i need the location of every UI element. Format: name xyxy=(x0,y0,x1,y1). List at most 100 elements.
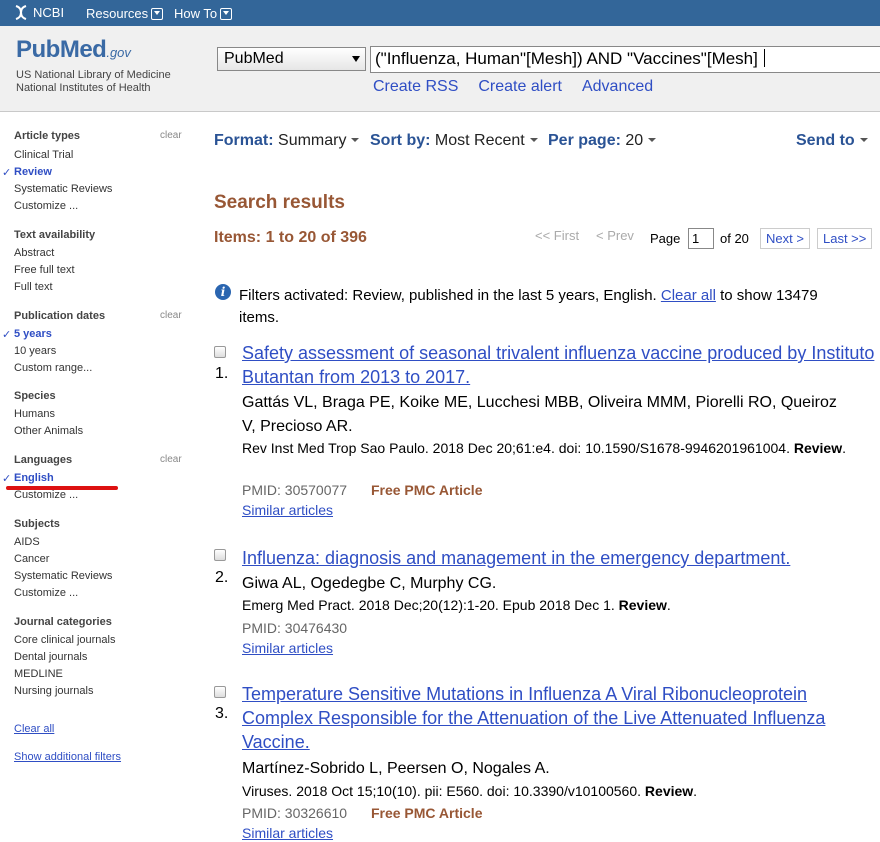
languages-heading: Languages xyxy=(14,454,73,466)
filters-msg-prefix: Filters activated: Review, published in … xyxy=(239,287,657,304)
prev-page-link[interactable]: < Prev xyxy=(596,228,634,243)
database-select-value: PubMed xyxy=(224,50,284,67)
similar-articles-link[interactable]: Similar articles xyxy=(242,640,333,656)
create-alert-link[interactable]: Create alert xyxy=(478,78,562,96)
publication-dates-heading: Publication dates xyxy=(14,310,106,322)
howto-menu[interactable]: How To xyxy=(174,6,233,21)
result-checkbox[interactable] xyxy=(214,686,226,698)
result-number: 3. xyxy=(215,705,229,722)
similar-articles-link[interactable]: Similar articles xyxy=(242,825,333,841)
free-pmc-article-link[interactable]: Free PMC Article xyxy=(371,805,483,821)
result-citation-text: Emerg Med Pract. 2018 Dec;20(12):1-20. E… xyxy=(242,597,615,613)
format-menu[interactable]: Format: Summary xyxy=(214,132,360,150)
filter-clinical-trial[interactable]: Clinical Trial xyxy=(14,149,73,161)
filter-subject-systematic-reviews[interactable]: Systematic Reviews xyxy=(14,570,112,582)
filter-systematic-reviews[interactable]: Systematic Reviews xyxy=(14,183,112,195)
database-select[interactable]: PubMed xyxy=(217,47,366,71)
publication-dates-clear[interactable]: clear xyxy=(160,310,182,321)
result-authors: Giwa AL, Ogedegbe C, Murphy CG. xyxy=(242,575,497,592)
result-type: Review xyxy=(644,783,694,799)
article-types-customize[interactable]: Customize ... xyxy=(14,200,78,212)
filter-dental-journals[interactable]: Dental journals xyxy=(14,651,87,663)
filter-review[interactable]: Review xyxy=(2,166,52,179)
result-citation: Emerg Med Pract. 2018 Dec;20(12):1-20. E… xyxy=(242,597,671,613)
species-heading: Species xyxy=(14,390,56,402)
chevron-down-icon xyxy=(351,138,360,142)
text-cursor xyxy=(763,49,765,67)
languages-clear[interactable]: clear xyxy=(160,454,182,465)
per-page-menu[interactable]: Per page: 20 xyxy=(548,132,657,150)
chevron-down-icon xyxy=(648,138,657,142)
filter-nursing-journals[interactable]: Nursing journals xyxy=(14,685,93,697)
text-availability-heading: Text availability xyxy=(14,229,96,241)
languages-customize[interactable]: Customize ... xyxy=(14,489,78,501)
ncbi-helix-icon xyxy=(15,5,27,20)
clear-all-link[interactable]: Clear all xyxy=(661,287,716,304)
filter-medline[interactable]: MEDLINE xyxy=(14,668,63,680)
filter-humans[interactable]: Humans xyxy=(14,408,55,420)
result-checkbox[interactable] xyxy=(214,549,226,561)
create-rss-link[interactable]: Create RSS xyxy=(373,78,458,96)
result-number: 1. xyxy=(215,365,229,382)
free-pmc-article-link[interactable]: Free PMC Article xyxy=(371,482,483,498)
page-label: Page xyxy=(650,231,681,246)
send-to-label: Send to xyxy=(796,132,855,149)
result-type: Review xyxy=(618,597,667,613)
ncbi-logo[interactable]: NCBI xyxy=(13,5,64,20)
filter-cancer[interactable]: Cancer xyxy=(14,553,49,565)
chevron-down-icon xyxy=(529,138,538,142)
filter-custom-range[interactable]: Custom range... xyxy=(14,362,92,374)
first-page-link[interactable]: << First xyxy=(535,228,579,243)
result-citation: Viruses. 2018 Oct 15;10(10). pii: E560. … xyxy=(242,783,698,799)
search-header: PubMed.gov US National Library of Medici… xyxy=(0,26,880,112)
sort-value: Most Recent xyxy=(434,132,525,149)
search-input[interactable]: ("Influenza, Human"[Mesh]) AND "Vaccines… xyxy=(370,46,880,73)
per-page-key: Per page xyxy=(548,132,616,149)
result-title-link[interactable]: Influenza: diagnosis and management in t… xyxy=(242,546,878,570)
howto-label: How To xyxy=(174,6,218,21)
chevron-down-icon xyxy=(220,7,233,20)
subjects-customize[interactable]: Customize ... xyxy=(14,587,78,599)
filter-english[interactable]: English xyxy=(2,472,54,485)
next-page-button[interactable]: Next > xyxy=(760,228,810,249)
info-icon: i xyxy=(215,284,231,300)
result-title-link[interactable]: Temperature Sensitive Mutations in Influ… xyxy=(242,682,878,754)
filter-full-text[interactable]: Full text xyxy=(14,281,53,293)
result-type: Review xyxy=(793,440,843,456)
journal-categories-heading: Journal categories xyxy=(14,616,112,628)
pubmed-logo[interactable]: PubMed.gov US National Library of Medici… xyxy=(16,36,206,95)
result-pmid: PMID: 30570077 xyxy=(242,482,348,498)
filter-core-clinical-journals[interactable]: Core clinical journals xyxy=(14,634,116,646)
result-pmid-row: PMID: 30326610 Free PMC Article xyxy=(242,805,482,821)
page-number-input[interactable] xyxy=(688,228,714,249)
search-results-title: Search results xyxy=(214,192,345,213)
result-number: 2. xyxy=(215,569,229,586)
result-pmid: PMID: 30476430 xyxy=(242,620,348,636)
dropdown-arrow-icon xyxy=(352,56,360,62)
sort-menu[interactable]: Sort by: Most Recent xyxy=(370,132,538,150)
pubmed-logo-word: PubMed xyxy=(16,36,107,63)
format-value: Summary xyxy=(278,132,347,149)
last-page-button[interactable]: Last >> xyxy=(817,228,873,249)
article-types-clear[interactable]: clear xyxy=(160,130,182,141)
filter-free-full-text[interactable]: Free full text xyxy=(14,264,75,276)
advanced-search-link[interactable]: Advanced xyxy=(582,78,653,96)
filter-abstract[interactable]: Abstract xyxy=(14,247,54,259)
result-authors: Gattás VL, Braga PE, Koike ME, Lucchesi … xyxy=(242,394,837,435)
filter-aids[interactable]: AIDS xyxy=(14,536,40,548)
show-additional-filters-link[interactable]: Show additional filters xyxy=(14,751,121,763)
result-checkbox[interactable] xyxy=(214,346,226,358)
filter-10-years[interactable]: 10 years xyxy=(14,345,56,357)
filter-other-animals[interactable]: Other Animals xyxy=(14,425,83,437)
result-title-link[interactable]: Safety assessment of seasonal trivalent … xyxy=(242,341,878,389)
resources-menu[interactable]: Resources xyxy=(86,6,164,21)
send-to-menu[interactable]: Send to xyxy=(796,132,868,150)
filter-5-years[interactable]: 5 years xyxy=(2,328,52,341)
similar-articles-link[interactable]: Similar articles xyxy=(242,502,333,518)
clear-all-filters-link[interactable]: Clear all xyxy=(14,723,54,735)
per-page-value: 20 xyxy=(625,132,644,149)
result-pmid-row: PMID: 30570077 Free PMC Article xyxy=(242,482,482,498)
article-types-heading: Article types xyxy=(14,130,81,142)
subjects-heading: Subjects xyxy=(14,518,60,530)
resources-label: Resources xyxy=(86,6,149,21)
